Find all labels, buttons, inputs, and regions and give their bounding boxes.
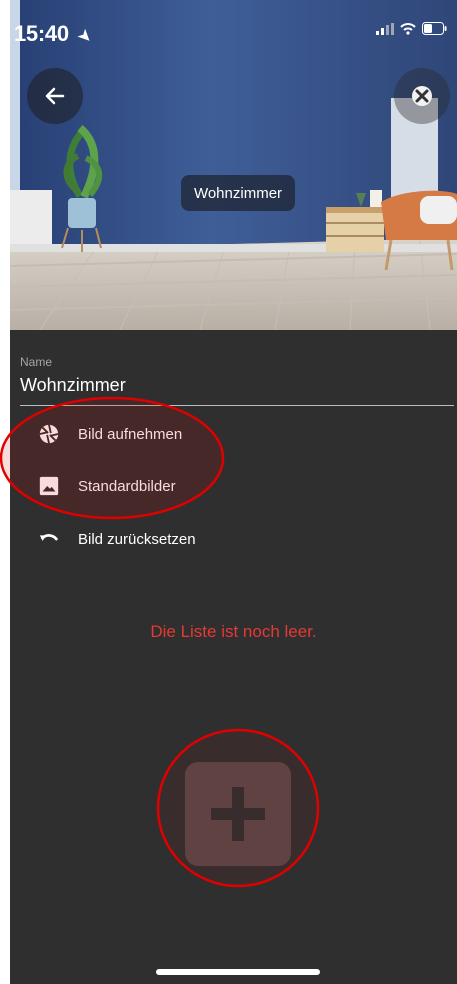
- take-photo-option[interactable]: Bild aufnehmen: [37, 422, 182, 446]
- room-label-chip: Wohnzimmer: [181, 175, 295, 211]
- wifi-icon: [400, 22, 416, 35]
- status-icons: [376, 22, 447, 35]
- back-button[interactable]: [27, 68, 83, 124]
- default-images-label: Standardbilder: [78, 477, 176, 495]
- empty-list-message: Die Liste ist noch leer.: [150, 622, 317, 641]
- reset-image-option[interactable]: Bild zurücksetzen: [37, 527, 196, 551]
- default-images-option[interactable]: Standardbilder: [37, 474, 176, 498]
- battery-icon: [422, 22, 447, 35]
- name-field-value[interactable]: Wohnzimmer: [20, 373, 457, 398]
- close-button[interactable]: [394, 68, 450, 124]
- location-arrow-icon: ➤: [74, 26, 95, 47]
- cellular-signal-icon: [376, 22, 394, 35]
- arrow-left-icon: [45, 87, 65, 105]
- name-field-label: Name: [20, 355, 53, 369]
- undo-icon: [37, 527, 61, 551]
- status-time: 15:40 ➤: [14, 21, 95, 47]
- name-field[interactable]: Name Wohnzimmer: [20, 355, 457, 398]
- add-button[interactable]: [185, 762, 291, 866]
- reset-image-label: Bild zurücksetzen: [78, 530, 196, 548]
- app-screen: 15:40 ➤ Wohnzimmer Name Wohnzimmer Bild …: [10, 0, 457, 984]
- image-icon: [37, 474, 61, 498]
- camera-shutter-icon: [37, 422, 61, 446]
- plus-icon: [211, 787, 265, 841]
- home-indicator[interactable]: [156, 969, 320, 975]
- status-bar: 15:40 ➤: [10, 0, 457, 58]
- name-field-underline: [20, 405, 454, 406]
- close-icon: [412, 86, 432, 106]
- take-photo-label: Bild aufnehmen: [78, 425, 183, 443]
